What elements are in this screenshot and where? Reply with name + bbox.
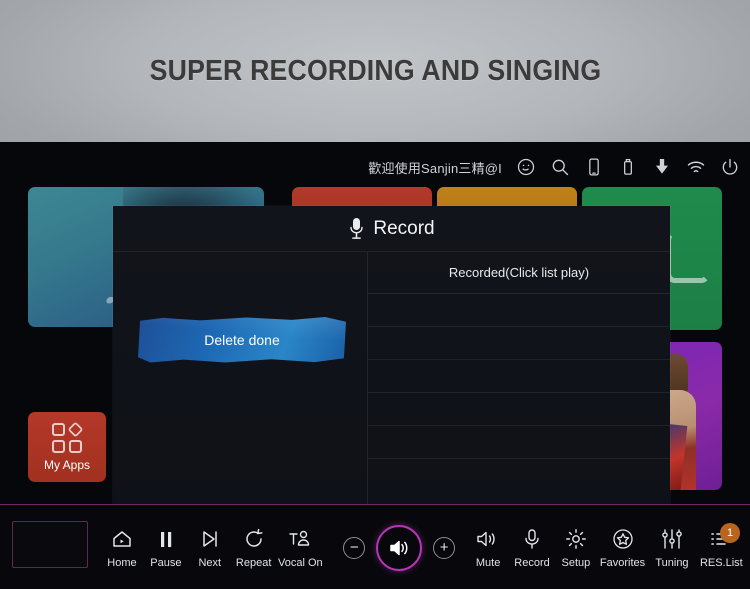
volume-down-button[interactable]: −: [332, 536, 376, 559]
list-item[interactable]: [368, 393, 670, 426]
mute-icon: [475, 526, 501, 552]
toolbar-label: Next: [198, 557, 222, 569]
toolbar-label: RES.List: [699, 557, 743, 569]
toolbar-label: Repeat: [235, 557, 272, 569]
star-icon: [611, 526, 635, 552]
pause-icon: [154, 526, 178, 552]
list-item[interactable]: [368, 294, 670, 327]
welcome-text: 歡迎使用Sanjin三精@I: [368, 160, 502, 176]
toolbar-label: Pause: [150, 557, 182, 569]
toolbar-item-pause[interactable]: Pause: [144, 526, 188, 569]
sliders-icon: [659, 526, 685, 552]
toast-text: Delete done: [204, 332, 280, 348]
tv-screen: 歡迎使用Sanjin三精@I My Apps Record Delete don…: [0, 142, 750, 589]
toolbar-label: Home: [107, 557, 137, 569]
toolbar-label: Record: [514, 557, 550, 569]
screenshot-root: SUPER RECORDING AND SINGING 歡迎使用Sanjin三精…: [0, 0, 750, 589]
toolbar-label: Mute: [475, 557, 501, 569]
apps-grid-icon: [52, 421, 84, 453]
toolbar-item-favorites[interactable]: Favorites: [598, 526, 647, 569]
toolbar-item-res-list[interactable]: 1 RES.List: [697, 523, 746, 569]
toolbar-label: Favorites: [599, 557, 646, 569]
search-icon[interactable]: [550, 157, 570, 177]
toolbar-item-home[interactable]: Home: [100, 526, 144, 569]
phone-icon[interactable]: [584, 157, 604, 177]
repeat-icon: [242, 526, 266, 552]
list-item[interactable]: [368, 327, 670, 360]
microphone-icon: [348, 217, 365, 241]
toolbar-label: Tuning: [655, 557, 689, 569]
dialog-title-bar: Record: [113, 206, 670, 252]
toolbar-item-repeat[interactable]: Repeat: [232, 526, 276, 569]
page-title: SUPER RECORDING AND SINGING: [149, 54, 601, 87]
toolbar-label: Setup: [561, 557, 591, 569]
toolbar-item-next[interactable]: Next: [188, 526, 232, 569]
tile-my-apps-label: My Apps: [43, 457, 91, 472]
list-item[interactable]: [368, 426, 670, 459]
promo-banner: SUPER RECORDING AND SINGING: [0, 0, 750, 142]
power-icon[interactable]: [720, 157, 740, 177]
tile-my-apps[interactable]: My Apps: [28, 412, 106, 482]
list-item[interactable]: [368, 360, 670, 393]
usb-drive-icon[interactable]: [618, 157, 638, 177]
plus-icon: +: [433, 536, 456, 559]
status-badge: 1: [720, 523, 741, 543]
video-thumbnail[interactable]: [12, 521, 88, 568]
gear-icon: [564, 526, 588, 552]
tile-green-glyph: [666, 231, 710, 283]
toolbar-item-mute[interactable]: Mute: [466, 526, 510, 569]
smiley-icon[interactable]: [516, 157, 536, 177]
toolbar-label: Vocal On: [278, 557, 323, 569]
toolbar-item-setup[interactable]: Setup: [554, 526, 598, 569]
home-icon: [110, 526, 134, 552]
volume-knob[interactable]: [376, 524, 423, 571]
download-icon[interactable]: [652, 157, 672, 177]
vocal-icon: [287, 526, 313, 552]
status-bar: 歡迎使用Sanjin三精@I: [368, 154, 740, 180]
volume-icon: [376, 524, 423, 571]
toolbar-item-tuning[interactable]: Tuning: [647, 526, 696, 569]
microphone-icon: [520, 526, 544, 552]
toolbar-item-vocal[interactable]: Vocal On: [276, 526, 325, 569]
next-icon: [198, 526, 222, 552]
toolbar-item-record[interactable]: Record: [510, 526, 554, 569]
wifi-icon[interactable]: [686, 157, 706, 177]
toolbar-items: Home Pause Next Repeat Vocal On − + Mute…: [100, 505, 746, 589]
recorded-list-header: Recorded(Click list play): [368, 252, 670, 294]
volume-up-button[interactable]: +: [422, 536, 466, 559]
minus-icon: −: [343, 536, 366, 559]
toast-message: Delete done: [138, 316, 346, 363]
dialog-title: Record: [373, 217, 435, 239]
bottom-toolbar: Home Pause Next Repeat Vocal On − + Mute…: [0, 504, 750, 589]
